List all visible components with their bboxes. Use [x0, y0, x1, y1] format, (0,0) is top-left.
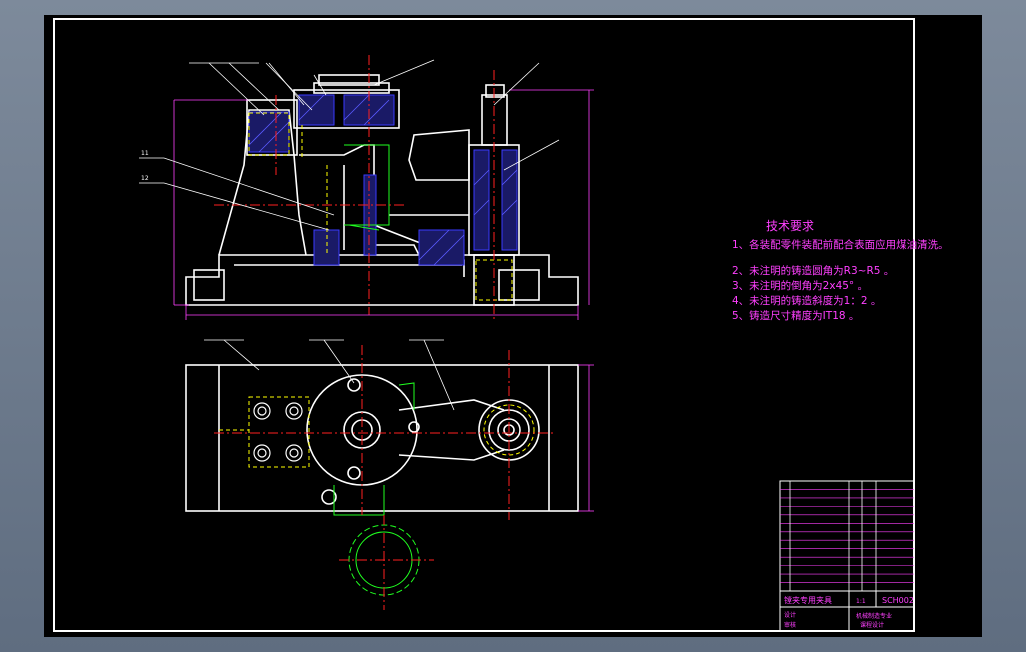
parts-list-columns [789, 481, 877, 591]
school-line2: 课程设计 [860, 621, 884, 629]
title-block [779, 480, 915, 632]
callouts-top [204, 339, 455, 411]
dimensions-top [578, 364, 594, 512]
tech-item-4: 4、未注明的铸造斜度为1：2 。 [732, 294, 881, 307]
drawing-code: SCH002 [882, 596, 914, 605]
base-plate [185, 254, 579, 306]
drawing-canvas[interactable]: 11 12 技术要求 1、各装配零件装配前配合表面应用煤油清洗。 2、未注明的铸… [44, 15, 982, 637]
top-view [185, 364, 579, 512]
cad-viewport[interactable]: 11 12 技术要求 1、各装配零件装配前配合表面应用煤油清洗。 2、未注明的铸… [0, 0, 1026, 652]
scale-value: 1:1 [856, 598, 866, 605]
designer-label: 设计 [784, 611, 796, 619]
hatching-front [248, 94, 518, 266]
parts-list [780, 489, 914, 583]
tech-item-2: 2、未注明的铸造圆角为R3~R5 。 [732, 264, 894, 277]
school-line1: 机械制造专业 [856, 612, 892, 620]
check-label: 审核 [784, 621, 796, 629]
callout-11: 11 [141, 150, 149, 157]
tech-item-5: 5、铸造尺寸精度为IT18 。 [732, 309, 859, 322]
callout-12: 12 [141, 175, 149, 182]
drawing-name: 镗夹专用夹具 [784, 595, 832, 605]
drawing-border [53, 18, 915, 632]
tech-item-1a: 1、各装配零件装配前配合表面应用煤油清洗。 [732, 238, 949, 251]
bolt-holes [253, 402, 303, 462]
aux-lines-top [333, 382, 420, 596]
tech-item-3: 3、未注明的倒角为2x45° 。 [732, 279, 868, 292]
top-base-plate [185, 364, 579, 512]
centerlines-top [214, 345, 554, 610]
drawing-svg: 11 12 技术要求 1、各装配零件装配前配合表面应用煤油清洗。 2、未注明的铸… [53, 18, 949, 632]
tech-title: 技术要求 [766, 219, 814, 233]
